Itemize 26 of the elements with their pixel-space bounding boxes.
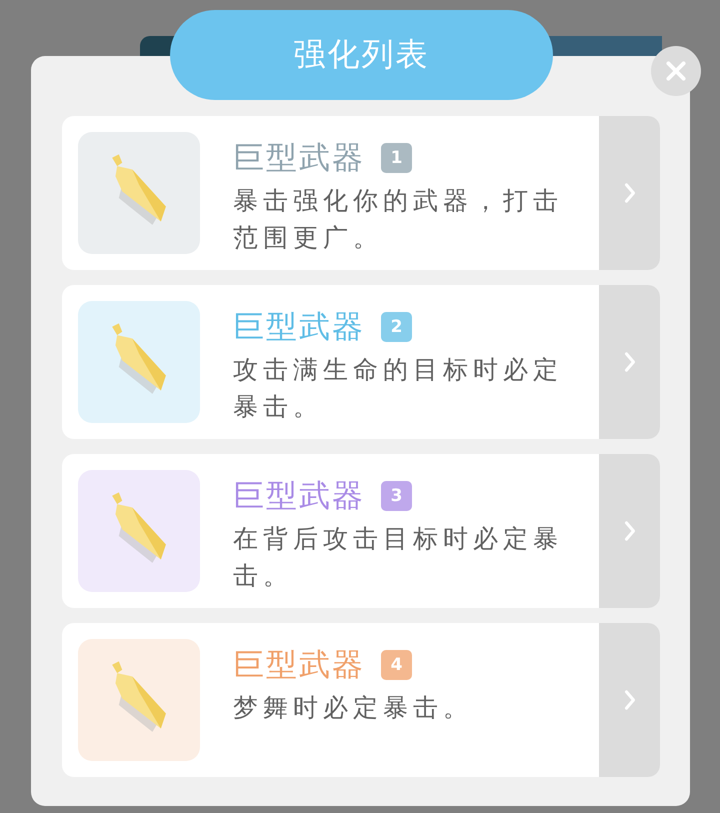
upgrade-description: 梦舞时必定暴击。 <box>233 692 474 724</box>
open-button[interactable] <box>599 116 660 270</box>
upgrade-description: 暴击强化你的武器，打击范围更广。 <box>233 185 564 254</box>
upgrade-name: 巨型武器 <box>233 308 365 347</box>
level-badge: 4 <box>381 650 412 680</box>
upgrade-name: 巨型武器 <box>233 139 365 178</box>
chevron-icon <box>622 181 636 205</box>
close-button[interactable] <box>651 46 701 96</box>
level-badge: 3 <box>381 481 412 511</box>
open-button[interactable] <box>599 454 660 608</box>
upgrade-name: 巨型武器 <box>233 646 365 685</box>
open-button[interactable] <box>599 623 660 777</box>
chevron-icon <box>622 688 636 712</box>
open-button[interactable] <box>599 285 660 439</box>
upgrade-description: 在背后攻击目标时必定暴击。 <box>233 523 564 592</box>
upgrade-card[interactable]: 巨型武器 1 暴击强化你的武器，打击范围更广。 <box>62 116 660 270</box>
upgrade-card[interactable]: 巨型武器 4 梦舞时必定暴击。 <box>62 623 660 777</box>
upgrade-description: 攻击满生命的目标时必定暴击。 <box>233 354 564 423</box>
upgrade-card[interactable]: 巨型武器 2 攻击满生命的目标时必定暴击。 <box>62 285 660 439</box>
chevron-icon <box>622 519 636 543</box>
upgrade-card[interactable]: 巨型武器 3 在背后攻击目标时必定暴击。 <box>62 454 660 608</box>
upgrade-name: 巨型武器 <box>233 477 365 516</box>
dialog-title: 强化列表 <box>170 10 553 100</box>
chevron-icon <box>622 350 636 374</box>
level-badge: 1 <box>381 143 412 173</box>
level-badge: 2 <box>381 312 412 342</box>
